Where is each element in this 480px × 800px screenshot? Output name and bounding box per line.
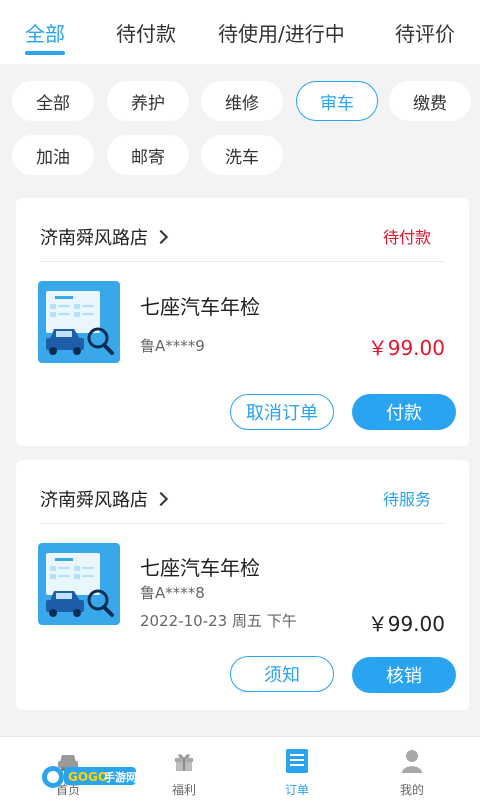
- tab-pending-payment[interactable]: 待付款: [116, 18, 176, 47]
- order-status: 待服务: [382, 490, 431, 509]
- top-tab-bar: 全部 待付款 待使用/进行中 待评价: [0, 0, 480, 64]
- car-inspection-icon: [38, 543, 120, 625]
- store-name: 济南舜风路店: [40, 228, 148, 249]
- cancel-order-button[interactable]: 取消订单: [230, 394, 334, 430]
- license-plate: 鲁A****8: [140, 584, 205, 602]
- appointment-time: 2022-10-23 周五 下午: [140, 612, 297, 630]
- store-link[interactable]: 济南舜风路店: [40, 224, 169, 250]
- active-tab-indicator: [25, 51, 65, 55]
- filter-chip-maintenance[interactable]: 养护: [107, 81, 189, 121]
- nav-item-profile[interactable]: 我的: [352, 737, 472, 800]
- nav-label-welfare: 福利: [171, 783, 196, 797]
- tab-pending-review[interactable]: 待评价: [395, 18, 455, 47]
- product-name: 七座汽车年检: [140, 295, 260, 319]
- tab-all[interactable]: 全部: [25, 18, 65, 47]
- chevron-right-icon: [153, 491, 169, 507]
- nav-item-orders[interactable]: 订单: [237, 737, 357, 800]
- store-name: 济南舜风路店: [40, 490, 148, 511]
- filter-chip-carwash[interactable]: 洗车: [201, 135, 283, 175]
- notice-button[interactable]: 须知: [230, 656, 334, 692]
- order-card[interactable]: 济南舜风路店 待付款 七座汽车年检 鲁A****9 ￥99.00 取消订单 付款: [16, 198, 469, 446]
- store-link[interactable]: 济南舜风路店: [40, 486, 169, 512]
- order-list-icon: [286, 749, 308, 773]
- tab-in-use[interactable]: 待使用/进行中: [218, 18, 345, 47]
- nav-label-orders: 订单: [284, 783, 309, 797]
- nav-item-welfare[interactable]: 福利: [124, 737, 244, 800]
- filter-chip-fuel[interactable]: 加油: [12, 135, 94, 175]
- chevron-right-icon: [153, 229, 169, 245]
- watermark-logo: GOGO 手游网: [40, 762, 138, 792]
- order-price: ￥99.00: [367, 612, 445, 636]
- svg-text:手游网: 手游网: [104, 770, 137, 784]
- product-name: 七座汽车年检: [140, 556, 260, 580]
- pay-button[interactable]: 付款: [352, 394, 456, 430]
- svg-text:GOGO: GOGO: [68, 770, 108, 784]
- divider: [40, 261, 445, 262]
- filter-chip-all[interactable]: 全部: [12, 81, 94, 121]
- filter-chip-mail[interactable]: 邮寄: [107, 135, 189, 175]
- order-status: 待付款: [382, 228, 431, 247]
- verify-button[interactable]: 核销: [352, 657, 456, 693]
- filter-chip-repair[interactable]: 维修: [201, 81, 283, 121]
- car-inspection-icon: [38, 281, 120, 363]
- nav-label-profile: 我的: [399, 783, 424, 797]
- user-icon: [402, 750, 422, 773]
- divider: [40, 523, 445, 524]
- filter-chip-payment[interactable]: 缴费: [389, 81, 471, 121]
- filter-chip-inspection[interactable]: 审车: [296, 81, 378, 121]
- order-price: ￥99.00: [367, 336, 445, 360]
- order-card[interactable]: 济南舜风路店 待服务 七座汽车年检 鲁A****8 2022-10-23 周五 …: [16, 460, 469, 710]
- license-plate: 鲁A****9: [140, 337, 205, 355]
- gift-icon: [175, 754, 193, 771]
